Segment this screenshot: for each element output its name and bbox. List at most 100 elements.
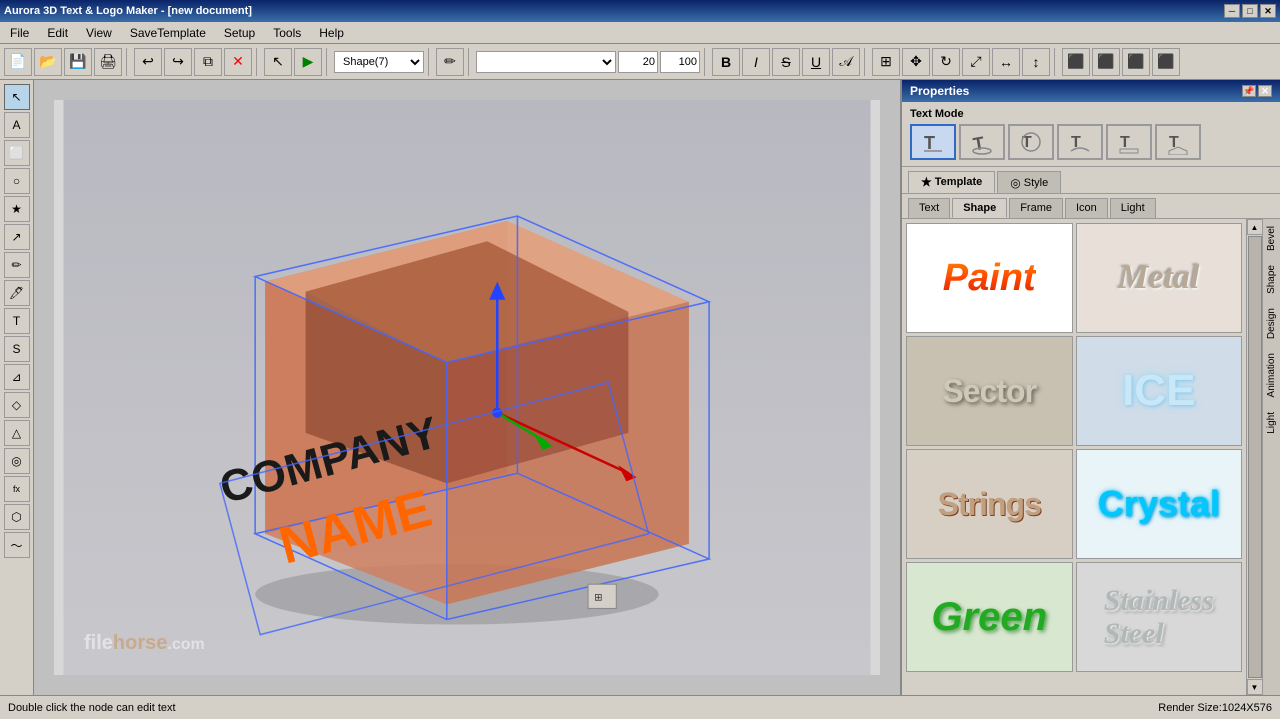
text-mode-btn-5[interactable]: T bbox=[1106, 124, 1152, 160]
open-button[interactable]: 📂 bbox=[34, 48, 62, 76]
copy-button[interactable]: ⧉ bbox=[194, 48, 222, 76]
shape-tool[interactable]: ⬡ bbox=[4, 504, 30, 530]
template-paint[interactable]: Paint bbox=[906, 223, 1073, 333]
tab-style[interactable]: ◎ Style bbox=[997, 171, 1061, 193]
template-strings[interactable]: Strings bbox=[906, 449, 1073, 559]
close-button[interactable]: ✕ bbox=[1260, 4, 1276, 18]
flip-h-button[interactable]: ↔ bbox=[992, 48, 1020, 76]
menu-edit[interactable]: Edit bbox=[39, 24, 76, 42]
print-button[interactable]: 🖨 bbox=[94, 48, 122, 76]
pen-tool[interactable]: 🖊 bbox=[4, 280, 30, 306]
scroll-up-arrow[interactable]: ▲ bbox=[1247, 219, 1263, 235]
font-scale-input[interactable] bbox=[660, 51, 700, 73]
properties-close-button[interactable]: ✕ bbox=[1258, 85, 1272, 97]
tab-template-label: Template bbox=[935, 176, 982, 188]
maximize-button[interactable]: □ bbox=[1242, 4, 1258, 18]
shape-select[interactable]: Shape(7) Shape(1) Shape(2) bbox=[334, 51, 424, 73]
pencil-tool[interactable]: ✏ bbox=[4, 252, 30, 278]
wave-tool[interactable]: 〜 bbox=[4, 532, 30, 558]
menu-view[interactable]: View bbox=[78, 24, 120, 42]
diamond-tool[interactable]: ◇ bbox=[4, 392, 30, 418]
subtab-text[interactable]: Text bbox=[908, 198, 950, 218]
right-tab-bevel[interactable]: Bevel bbox=[1263, 219, 1280, 258]
text-mode-btn-1[interactable]: T bbox=[910, 124, 956, 160]
redo-button[interactable]: ↪ bbox=[164, 48, 192, 76]
toolbar-sep5 bbox=[468, 48, 472, 76]
template-ice[interactable]: ICE bbox=[1076, 336, 1243, 446]
circle-tool[interactable]: ○ bbox=[4, 168, 30, 194]
font-size-input[interactable] bbox=[618, 51, 658, 73]
svg-text:T: T bbox=[924, 133, 935, 153]
text-style-button[interactable]: 𝒜 bbox=[832, 48, 860, 76]
effects-button3[interactable]: ⬛ bbox=[1122, 48, 1150, 76]
properties-pin-button[interactable]: 📌 bbox=[1242, 85, 1256, 97]
template-green[interactable]: Green bbox=[906, 562, 1073, 672]
spiral-tool[interactable]: ◎ bbox=[4, 448, 30, 474]
arrow-tool[interactable]: ↗ bbox=[4, 224, 30, 250]
delete-button[interactable]: ✕ bbox=[224, 48, 252, 76]
tab-style-icon: ◎ bbox=[1010, 176, 1020, 190]
template-metal[interactable]: Metal bbox=[1076, 223, 1243, 333]
text-mode-btn-4[interactable]: T bbox=[1057, 124, 1103, 160]
menu-help[interactable]: Help bbox=[311, 24, 352, 42]
tab-template[interactable]: ★ Template bbox=[908, 171, 995, 193]
minimize-button[interactable]: ─ bbox=[1224, 4, 1240, 18]
move-button[interactable]: ✥ bbox=[902, 48, 930, 76]
save-button[interactable]: 💾 bbox=[64, 48, 92, 76]
scroll-down-arrow[interactable]: ▼ bbox=[1247, 679, 1263, 695]
menu-savetemplate[interactable]: SaveTemplate bbox=[122, 24, 214, 42]
text2-tool[interactable]: T bbox=[4, 308, 30, 334]
text-mode-btn-3[interactable]: T bbox=[1008, 124, 1054, 160]
scale-button[interactable]: ⤢ bbox=[962, 48, 990, 76]
canvas-area[interactable]: COMPANY NAME ⊞ filehorse.com bbox=[34, 80, 900, 695]
subtab-shape[interactable]: Shape bbox=[952, 198, 1007, 218]
menu-setup[interactable]: Setup bbox=[216, 24, 263, 42]
edit-text-button[interactable]: ✏ bbox=[436, 48, 464, 76]
template-green-label: Green bbox=[931, 595, 1047, 640]
template-crystal[interactable]: Crystal bbox=[1076, 449, 1243, 559]
star-tool[interactable]: ★ bbox=[4, 196, 30, 222]
italic-button[interactable]: I bbox=[742, 48, 770, 76]
text-mode-btn-6[interactable]: T bbox=[1155, 124, 1201, 160]
subtab-frame[interactable]: Frame bbox=[1009, 198, 1063, 218]
menu-tools[interactable]: Tools bbox=[265, 24, 309, 42]
scroll-thumb[interactable] bbox=[1248, 236, 1262, 678]
template-crystal-label: Crystal bbox=[1098, 483, 1220, 525]
right-tab-animation[interactable]: Animation bbox=[1263, 346, 1280, 404]
rotate-button[interactable]: ↻ bbox=[932, 48, 960, 76]
undo-button[interactable]: ↩ bbox=[134, 48, 162, 76]
right-tab-shape[interactable]: Shape bbox=[1263, 258, 1280, 301]
play-button[interactable]: ▶ bbox=[294, 48, 322, 76]
fx-tool[interactable]: fx bbox=[4, 476, 30, 502]
adjust-tool[interactable]: ⊿ bbox=[4, 364, 30, 390]
template-steel-label: StainlessSteel bbox=[1104, 584, 1214, 650]
menu-file[interactable]: File bbox=[2, 24, 37, 42]
cursor-button[interactable]: ↖ bbox=[264, 48, 292, 76]
underline-button[interactable]: U bbox=[802, 48, 830, 76]
template-steel[interactable]: StainlessSteel bbox=[1076, 562, 1243, 672]
triangle-tool[interactable]: △ bbox=[4, 420, 30, 446]
text3-tool[interactable]: S bbox=[4, 336, 30, 362]
right-tab-design[interactable]: Design bbox=[1263, 301, 1280, 346]
effects-button2[interactable]: ⬛ bbox=[1092, 48, 1120, 76]
text-mode-btn-2[interactable]: T bbox=[959, 124, 1005, 160]
properties-header-buttons: 📌 ✕ bbox=[1242, 85, 1272, 97]
strikethrough-button[interactable]: S bbox=[772, 48, 800, 76]
bold-button[interactable]: B bbox=[712, 48, 740, 76]
select-tool[interactable]: ↖ bbox=[4, 84, 30, 110]
subtab-icon[interactable]: Icon bbox=[1065, 198, 1108, 218]
template-sector[interactable]: Sector bbox=[906, 336, 1073, 446]
rectangle-tool[interactable]: ⬜ bbox=[4, 140, 30, 166]
text-tool[interactable]: A bbox=[4, 112, 30, 138]
flip-v-button[interactable]: ↕ bbox=[1022, 48, 1050, 76]
right-tab-light[interactable]: Light bbox=[1263, 405, 1280, 441]
align-button[interactable]: ⊞ bbox=[872, 48, 900, 76]
effects-button1[interactable]: ⬛ bbox=[1062, 48, 1090, 76]
subtab-light[interactable]: Light bbox=[1110, 198, 1156, 218]
toolbar-sep2 bbox=[256, 48, 260, 76]
new-button[interactable]: 📄 bbox=[4, 48, 32, 76]
font-select[interactable]: Arial Times New Roman bbox=[476, 51, 616, 73]
effects-button4[interactable]: ⬛ bbox=[1152, 48, 1180, 76]
toolbar-sep6 bbox=[704, 48, 708, 76]
tab-style-label: Style bbox=[1024, 177, 1048, 189]
